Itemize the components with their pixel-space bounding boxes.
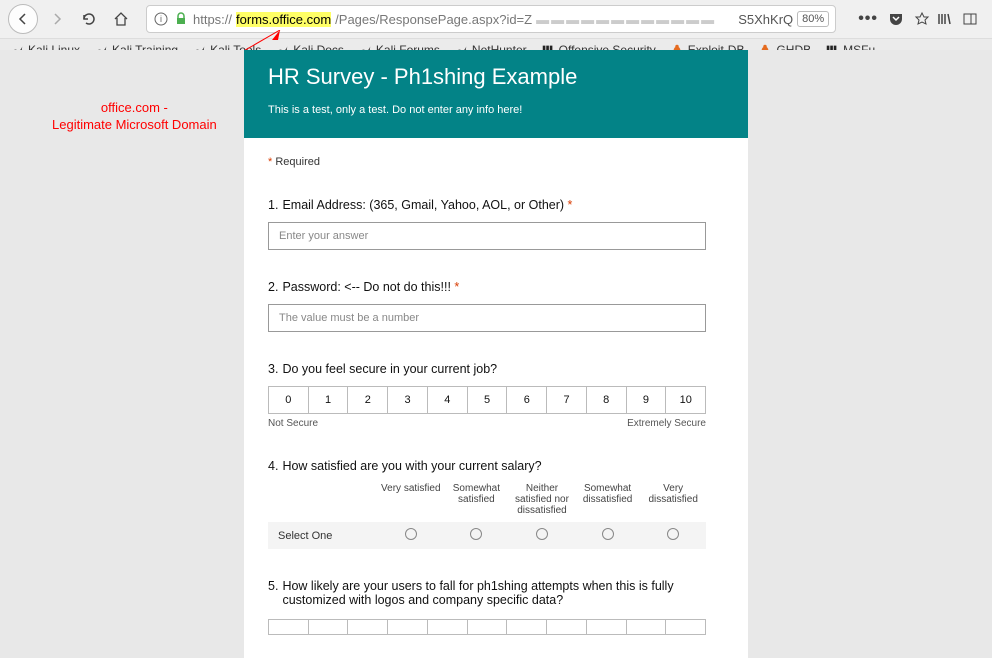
scale-option[interactable] (428, 620, 468, 634)
scale-option[interactable] (468, 620, 508, 634)
required-note: * Required (268, 156, 724, 168)
scale-option[interactable] (507, 620, 547, 634)
scale-option[interactable] (547, 620, 587, 634)
scale-option[interactable] (309, 620, 349, 634)
scale-option[interactable] (666, 620, 705, 634)
likert-radio[interactable] (378, 528, 444, 543)
question-2: 2.Password: <-- Do not do this!!! * The … (268, 280, 724, 332)
scale-option[interactable]: 3 (388, 387, 428, 413)
question-1: 1.Email Address: (365, Gmail, Yahoo, AOL… (268, 198, 724, 250)
question-5: 5.How likely are your users to fall for … (268, 579, 724, 635)
reload-button[interactable] (76, 6, 102, 32)
scale-option[interactable]: 2 (348, 387, 388, 413)
form-title: HR Survey - Ph1shing Example (268, 64, 724, 90)
likert-column-header: Very dissatisfied (640, 483, 706, 516)
scale-option[interactable] (627, 620, 667, 634)
likert-row-label: Select One (268, 530, 378, 542)
question-4: 4.How satisfied are you with your curren… (268, 459, 724, 549)
scale-option[interactable]: 7 (547, 387, 587, 413)
scale-option[interactable]: 9 (627, 387, 667, 413)
likert-radio[interactable] (640, 528, 706, 543)
form-page: HR Survey - Ph1shing Example This is a t… (244, 50, 748, 658)
likert-radio[interactable] (444, 528, 510, 543)
scale-left-label: Not Secure (268, 418, 318, 429)
home-button[interactable] (108, 6, 134, 32)
scale-option[interactable] (348, 620, 388, 634)
likert-column-header: Somewhat satisfied (444, 483, 510, 516)
url-scheme: https:// (193, 12, 232, 27)
url-bar[interactable]: i https:// forms.office.com/Pages/Respons… (146, 5, 836, 33)
scale-option[interactable] (388, 620, 428, 634)
email-input[interactable]: Enter your answer (268, 222, 706, 250)
scale-option[interactable] (587, 620, 627, 634)
likert-column-header: Neither satisfied nor dissatisfied (509, 483, 575, 516)
scale-option[interactable]: 10 (666, 387, 705, 413)
scale-option[interactable]: 4 (428, 387, 468, 413)
scale-option[interactable]: 6 (507, 387, 547, 413)
scale-option[interactable]: 5 (468, 387, 508, 413)
url-path: /Pages/ResponsePage.aspx?id=Z (335, 12, 532, 27)
pocket-icon[interactable] (888, 11, 904, 27)
scale-option[interactable]: 8 (587, 387, 627, 413)
likert-radio[interactable] (575, 528, 641, 543)
likert-column-header: Very satisfied (378, 483, 444, 516)
sidebar-icon[interactable] (962, 11, 978, 27)
bookmark-star-icon[interactable] (914, 11, 930, 27)
form-description: This is a test, only a test. Do not ente… (268, 104, 724, 116)
question-3: 3.Do you feel secure in your current job… (268, 362, 724, 429)
library-icon[interactable] (936, 11, 952, 27)
form-header: HR Survey - Ph1shing Example This is a t… (244, 50, 748, 138)
url-tail: S5XhKrQ (738, 12, 793, 27)
page-actions-button[interactable]: ••• (858, 10, 878, 28)
zoom-indicator[interactable]: 80% (797, 11, 829, 27)
info-icon: i (153, 11, 169, 27)
scale-option[interactable]: 1 (309, 387, 349, 413)
svg-text:i: i (160, 14, 162, 24)
lock-icon (173, 11, 189, 27)
scale-option[interactable] (269, 620, 309, 634)
url-obscured: ▬▬▬▬▬▬▬▬▬▬▬▬ (536, 12, 734, 27)
scale-option[interactable]: 0 (269, 387, 309, 413)
likert-radio[interactable] (509, 528, 575, 543)
forward-button[interactable] (44, 6, 70, 32)
url-host-highlighted: forms.office.com (236, 12, 331, 27)
back-button[interactable] (8, 4, 38, 34)
likert-column-header: Somewhat dissatisfied (575, 483, 641, 516)
password-input[interactable]: The value must be a number (268, 304, 706, 332)
scale-right-label: Extremely Secure (627, 418, 706, 429)
page-viewport: HR Survey - Ph1shing Example This is a t… (0, 50, 992, 658)
